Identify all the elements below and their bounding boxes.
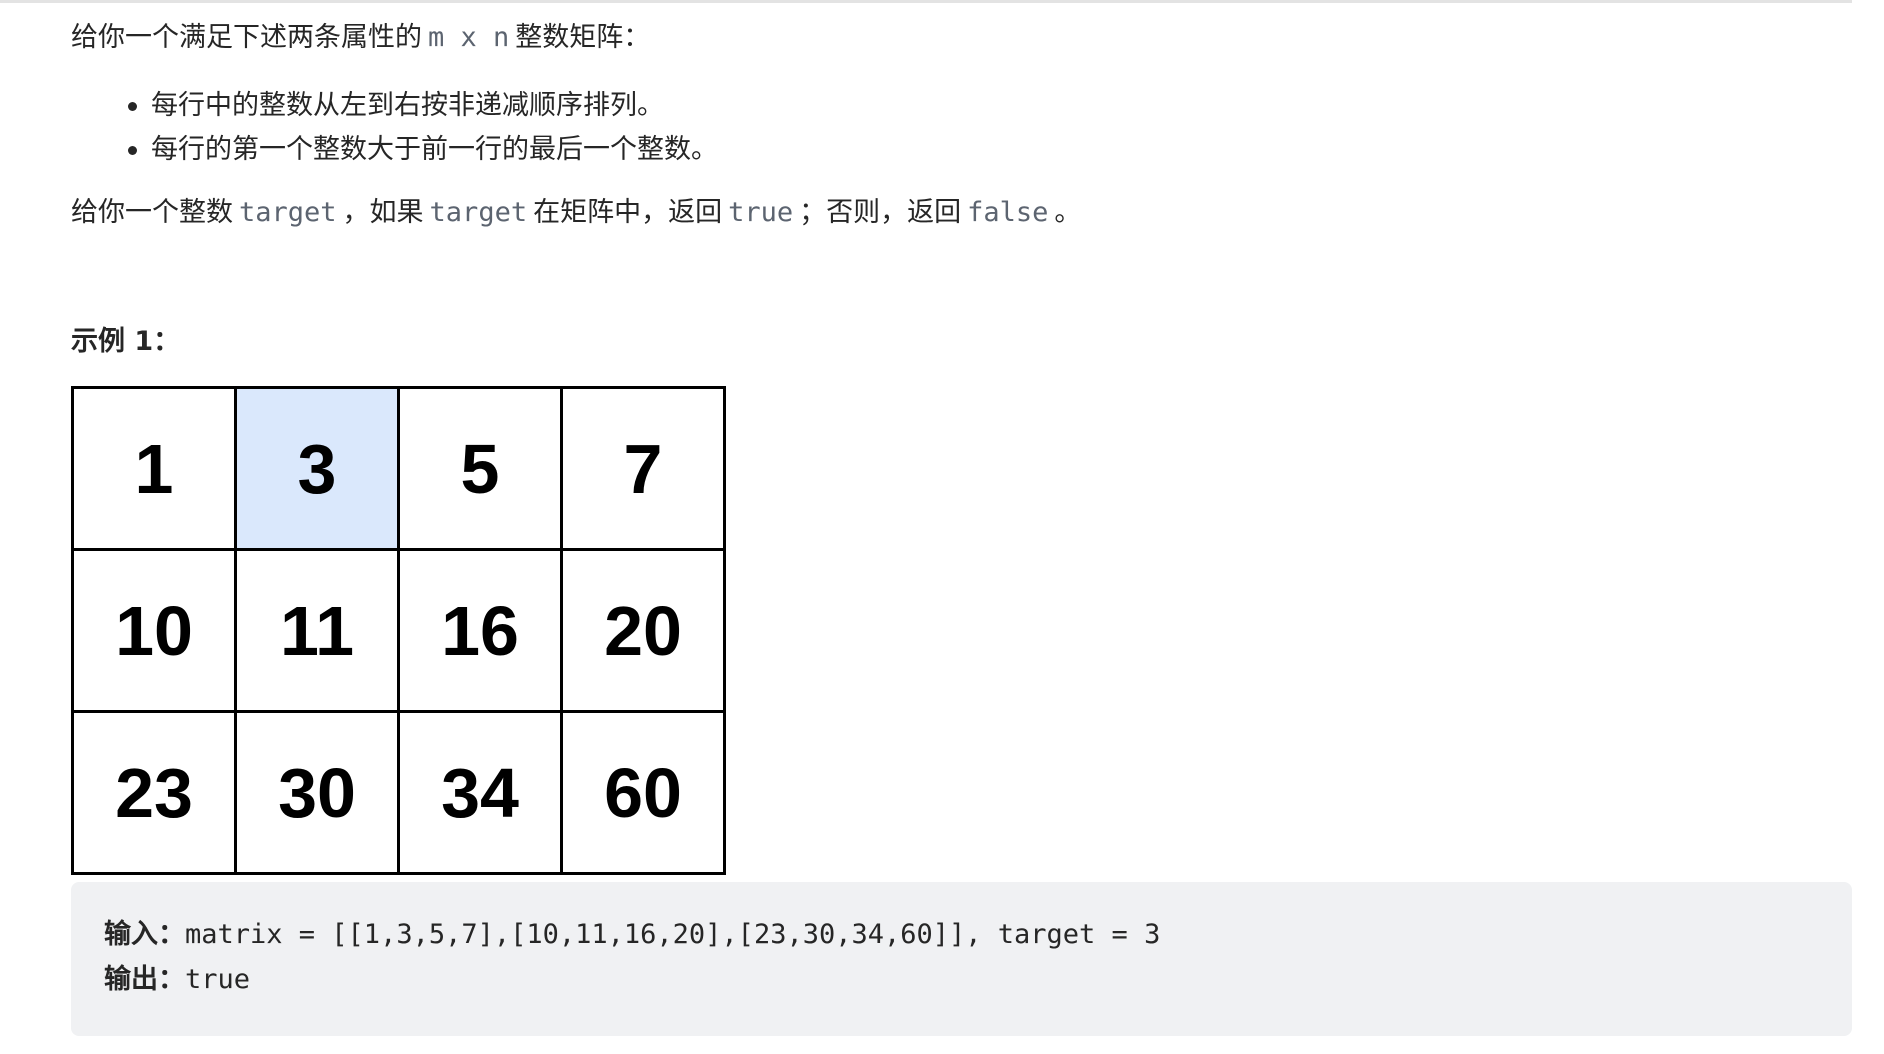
intro-text-suffix: 整数矩阵： [515, 22, 651, 53]
output-value: true [185, 964, 251, 995]
matrix-row: 1357 [71, 386, 726, 551]
input-value: matrix = [[1,3,5,7],[10,11,16,20],[23,30… [185, 919, 1161, 950]
matrix-cell: 11 [234, 548, 400, 713]
example-input-line: 输入：matrix = [[1,3,5,7],[10,11,16,20],[23… [104, 915, 1160, 955]
task-text: ，如果 [342, 197, 424, 228]
example-code-block [71, 882, 1852, 1036]
matrix-cell: 5 [397, 386, 563, 551]
task-code-target: target [429, 197, 528, 228]
task-paragraph: 给你一个整数 target ，如果 target 在矩阵中，返回 true ；否则，返回 fa… [71, 193, 1081, 233]
matrix-cell: 3 [234, 386, 400, 551]
input-label: 输入： [104, 919, 185, 950]
list-item: 每行中的整数从左到右按非递减顺序排列。 [128, 84, 718, 128]
intro-paragraph: 给你一个满足下述两条属性的 m x n 整数矩阵： [71, 18, 650, 58]
intro-text: 给你一个满足下述两条属性的 [71, 22, 422, 53]
bullet-icon [128, 102, 137, 111]
task-text: 给你一个整数 [71, 197, 233, 228]
matrix-grid-image: 1 3 5 7 10 11 16 20 23 30 34 60 [71, 386, 726, 875]
example-heading: 示例 1： [71, 326, 181, 357]
intro-code-mxn: m x n [428, 22, 510, 53]
output-label: 输出： [104, 964, 185, 995]
task-code-target: target [239, 197, 337, 228]
matrix-cell: 1 [71, 386, 237, 551]
matrix-row: 23 30 34 60 [71, 710, 726, 875]
matrix-cell: 23 [71, 710, 237, 875]
property-text: 每行的第一个整数大于前一行的最后一个整数。 [151, 134, 718, 165]
matrix-cell: 10 [71, 548, 237, 713]
matrix-cell: 60 [560, 710, 726, 875]
task-code-true: true [728, 197, 794, 228]
list-item: 每行的第一个整数大于前一行的最后一个整数。 [128, 128, 718, 172]
example-output-line: 输出：true [104, 960, 250, 1000]
matrix-cell: 16 [397, 548, 563, 713]
task-text: 。 [1054, 197, 1082, 228]
task-text: 在矩阵中，返回 [533, 197, 723, 228]
matrix-cell: 20 [560, 548, 726, 713]
matrix-row: 10 11 16 20 [71, 548, 726, 713]
task-text: ；否则，返回 [799, 197, 962, 228]
bullet-icon [128, 146, 137, 155]
property-list: 每行中的整数从左到右按非递减顺序排列。 每行的第一个整数大于前一行的最后一个整数… [128, 84, 718, 172]
top-divider [0, 0, 1852, 3]
matrix-cell: 34 [397, 710, 563, 875]
task-code-false: false [967, 197, 1049, 228]
property-text: 每行中的整数从左到右按非递减顺序排列。 [151, 90, 664, 121]
matrix-cell: 30 [234, 710, 400, 875]
matrix-cell: 7 [560, 386, 726, 551]
